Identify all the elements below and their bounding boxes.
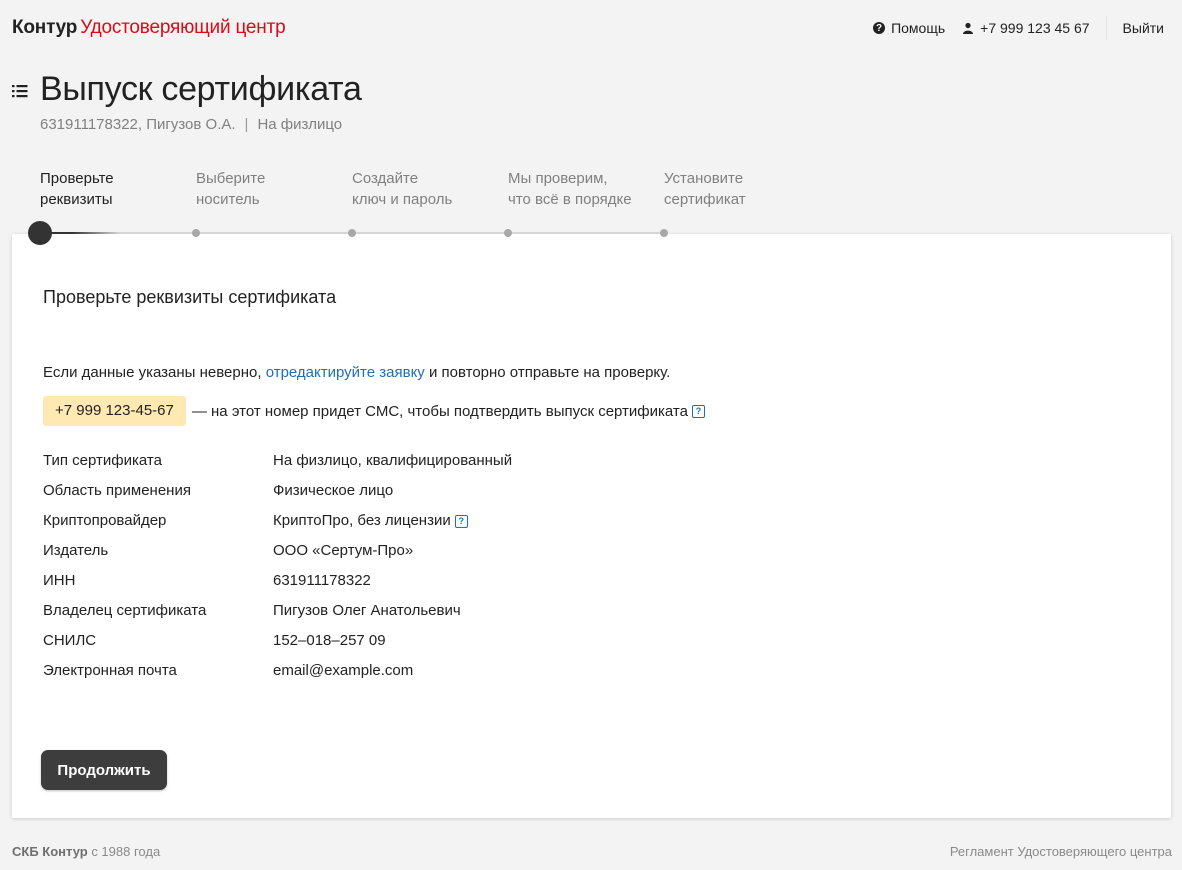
detail-key: Издатель [43,542,109,559]
detail-value: КриптоПро, без лицензии [273,512,451,529]
phone-badge: +7 999 123-45-67 [43,396,186,426]
user-account[interactable]: +7 999 123 45 67 [945,20,1090,36]
detail-value: Физическое лицо [273,482,394,499]
continue-button[interactable]: Продолжить [41,750,167,790]
step-3-line2: ключ и пароль [352,191,453,208]
detail-value: Пигузов Олег Анатольевич [273,602,461,619]
logout-button[interactable]: Выйти [1123,20,1164,36]
footer-company-name: СКБ Контур [12,844,88,859]
edit-notice: Если данные указаны неверно, отредактиру… [43,364,670,381]
help-icon[interactable]: ? [454,514,468,528]
logo-product: Удостоверяющий центр [80,17,286,38]
subtitle-inn-name: 631911178322, Пигузов О.А. [40,116,236,133]
nav-divider [1105,16,1107,40]
card-title: Проверьте реквизиты сертификата [43,287,337,307]
certificate-details-card: Проверьте реквизиты сертификата Если дан… [12,234,1171,818]
step-3-line1: Создайте [352,170,419,187]
regulation-link[interactable]: Регламент Удостоверяющего центра [950,844,1172,859]
phone-note: — на этот номер придет СМС, чтобы подтве… [191,402,688,420]
page-title: Выпуск сертификата [40,70,362,108]
list-icon[interactable] [12,84,28,98]
help-icon[interactable]: ? [691,404,705,418]
phone-row: +7 999 123-45-67 — на этот номер придет … [43,396,705,426]
user-phone: +7 999 123 45 67 [980,20,1090,36]
step-3-dot [348,229,356,237]
notice-text-before: Если данные указаны неверно, [43,364,266,381]
detail-key: ИНН [43,572,76,589]
help-label: Помощь [891,20,946,36]
step-1-line1: Проверьте [40,170,114,187]
step-1-dot [28,221,52,245]
top-bar: Контур Удостоверяющий центр ? Помощь +7 9… [0,0,1182,56]
detail-value: На физлицо, квалифицированный [273,452,513,469]
detail-value-with-help: КриптоПро, без лицензии? [273,510,468,532]
step-4-dot [504,229,512,237]
detail-value: 152–018–257 09 [273,632,386,649]
step-5-dot [660,229,668,237]
user-icon [963,22,974,34]
top-nav: ? Помощь +7 999 123 45 67 Выйти [873,16,1164,40]
logout-label: Выйти [1122,20,1164,36]
step-2-line2: носитель [196,191,260,208]
edit-request-link[interactable]: отредактируйте заявку [266,364,425,381]
step-5-line2: сертификат [664,191,746,208]
detail-key: Электронная почта [43,662,177,679]
step-4-line1: Мы проверим, [508,170,608,187]
step-4: Мы проверим, что всё в порядке [508,168,658,210]
stepper-track-progress [40,232,120,234]
question-circle-icon: ? [873,22,886,34]
logo[interactable]: Контур Удостоверяющий центр [12,17,286,39]
detail-key: Владелец сертификата [43,602,207,619]
step-5-line1: Установите [664,170,744,187]
step-4-line2: что всё в порядке [508,191,632,208]
help-link[interactable]: ? Помощь [873,20,945,36]
detail-value: 631911178322 [273,572,371,589]
logo-brand: Контур [12,17,78,38]
detail-value: ООО «Сертум-Про» [273,542,414,559]
detail-key: Криптопровайдер [43,512,167,529]
detail-key: Область применения [43,482,191,499]
step-2: Выберите носитель [196,168,346,210]
detail-key: Тип сертификата [43,452,162,469]
step-5: Установите сертификат [664,168,814,210]
notice-text-after: и повторно отправьте на проверку. [424,364,671,381]
detail-key: СНИЛС [43,632,97,649]
step-1: Проверьте реквизиты [40,168,190,210]
footer-company: СКБ Контур с 1988 года [12,844,160,859]
step-2-line1: Выберите [196,170,266,187]
subtitle-separator: | [244,116,249,133]
detail-value: email@example.com [273,662,414,679]
step-1-line2: реквизиты [40,191,113,208]
step-2-dot [192,229,200,237]
footer-since: с 1988 года [87,844,161,859]
step-3: Создайте ключ и пароль [352,168,502,210]
page-subtitle: 631911178322, Пигузов О.А. | На физлицо [40,116,342,133]
title-row: Выпуск сертификата [12,70,362,109]
subtitle-type: На физлицо [257,116,343,133]
